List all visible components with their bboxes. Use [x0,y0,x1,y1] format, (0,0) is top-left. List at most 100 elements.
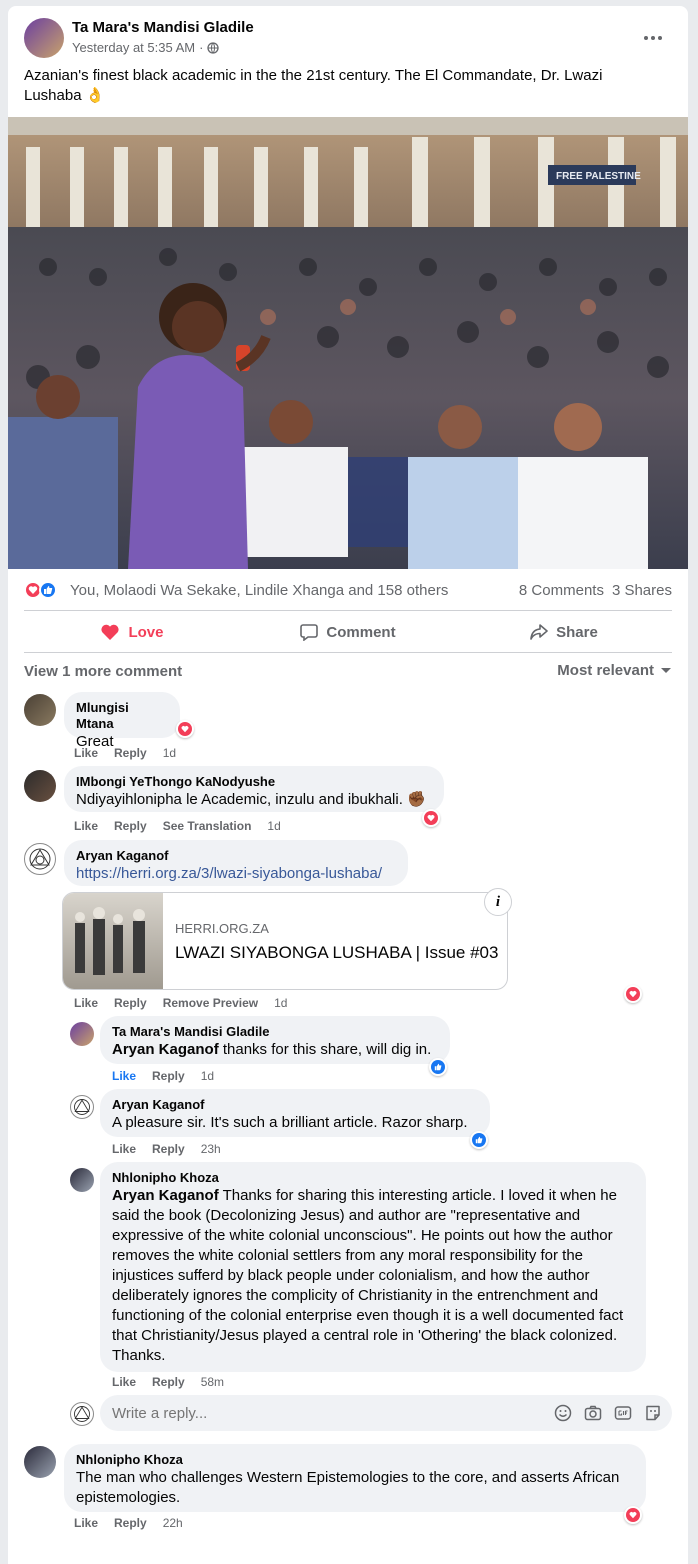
reply-link[interactable]: Reply [114,1516,147,1530]
heart-icon [424,811,438,825]
like-icon [431,1060,445,1074]
comment-author[interactable]: Aryan Kaganof [76,848,396,864]
reply-author[interactable]: Nhlonipho Khoza [112,1170,634,1186]
like-reaction[interactable] [470,1131,488,1149]
comment-time[interactable]: 1d [267,819,280,833]
reply-time[interactable]: 23h [201,1142,221,1156]
reactions-summary[interactable]: You, Molaodi Wa Sekake, Lindile Xhanga a… [70,582,448,599]
heart-icon [178,722,192,736]
reply-link[interactable]: Reply [114,746,147,760]
avatar[interactable] [24,843,56,875]
reply-mention[interactable]: Aryan Kaganof [112,1041,219,1058]
comments-count[interactable]: 8 Comments [519,582,604,599]
like-link[interactable]: Like [74,746,98,760]
comment-author[interactable]: Mlungisi Mtana [76,700,168,732]
reply-author[interactable]: Aryan Kaganof [112,1097,478,1113]
reply-link[interactable]: Reply [114,819,147,833]
view-more-comments[interactable]: View 1 more comment [24,663,182,680]
reply-bubble: Ta Mara's Mandisi Gladile Aryan Kaganof … [100,1016,450,1064]
like-link[interactable]: Like [74,819,98,833]
love-label: Love [128,623,164,641]
reply-input[interactable] [100,1395,672,1431]
reply-link[interactable]: Reply [114,996,147,1010]
reply-link[interactable]: Reply [152,1375,185,1389]
share-label: Share [556,623,598,641]
comment-link[interactable]: https://herri.org.za/3/lwazi-siyabonga-l… [76,864,396,884]
reply-time[interactable]: 1d [201,1069,214,1083]
reply-input-field[interactable] [112,1395,532,1431]
like-reaction[interactable] [429,1058,447,1076]
shares-count[interactable]: 3 Shares [612,582,672,599]
reply-mention[interactable]: Aryan Kaganof [112,1187,219,1204]
comment-author[interactable]: Nhlonipho Khoza [76,1452,634,1468]
info-icon[interactable]: i [484,888,512,916]
comment-button[interactable]: Comment [240,612,456,652]
comment-author[interactable]: IMbongi YeThongo KaNodyushe [76,774,432,790]
reply-link[interactable]: Reply [152,1069,185,1083]
comment-bubble: Mlungisi Mtana Great [64,692,180,750]
crowd-photo-graphic: FREE PALESTINE [8,117,688,569]
like-link[interactable]: Like [112,1069,136,1083]
more-icon[interactable] [644,28,664,48]
author-avatar[interactable] [24,18,64,58]
reply-actions: Like Reply 1d [112,1069,214,1083]
post-card: Ta Mara's Mandisi Gladile Yesterday at 5… [8,6,688,1564]
sticker-icon[interactable] [644,1404,662,1422]
post-photo[interactable]: FREE PALESTINE [8,117,688,569]
reply-text: Aryan Kaganof Thanks for sharing this in… [112,1186,634,1366]
reply-bubble: Nhlonipho Khoza Aryan Kaganof Thanks for… [100,1162,646,1372]
info-label: i [495,893,501,910]
comment-time[interactable]: 1d [163,746,176,760]
reply-input-tools [554,1404,662,1422]
comment-actions: Like Reply 1d [74,746,176,760]
like-link[interactable]: Like [112,1375,136,1389]
avatar[interactable] [70,1168,94,1192]
like-link[interactable]: Like [112,1142,136,1156]
heart-reaction[interactable] [422,809,440,827]
post-time[interactable]: Yesterday at 5:35 AM [72,40,195,55]
remove-preview-link[interactable]: Remove Preview [163,996,258,1010]
comment-time[interactable]: 22h [163,1516,183,1530]
share-button[interactable]: Share [456,612,672,652]
comment-text: Ndiyayihlonipha le Academic, inzulu and … [76,791,426,808]
heart-reaction[interactable] [176,720,194,738]
avatar[interactable] [24,770,56,802]
like-icon [472,1133,486,1147]
like-link[interactable]: Like [74,1516,98,1530]
see-translation-link[interactable]: See Translation [163,819,252,833]
comment-actions: Like Reply See Translation 1d [74,819,281,833]
reply-time[interactable]: 58m [201,1375,224,1389]
like-icon [39,581,57,599]
heart-reaction[interactable] [624,985,642,1003]
share-icon [530,624,548,640]
photo-banner: FREE PALESTINE [556,171,641,182]
sort-dropdown[interactable]: Most relevant [557,662,672,679]
reply-link[interactable]: Reply [152,1142,185,1156]
comment-time[interactable]: 1d [274,996,287,1010]
reply-author[interactable]: Ta Mara's Mandisi Gladile [112,1024,438,1040]
dropdown-icon [661,667,671,673]
comment-icon [300,624,319,641]
avatar[interactable] [24,1446,56,1478]
sort-label: Most relevant [557,662,654,679]
link-preview[interactable]: HERRI.ORG.ZA LWAZI SIYABONGA LUSHABA | I… [62,892,508,990]
reaction-icons[interactable] [24,581,57,599]
post-author[interactable]: Ta Mara's Mandisi Gladile [72,19,254,36]
gif-icon[interactable] [614,1404,632,1422]
comment-label: Comment [326,623,396,641]
heart-reaction[interactable] [624,1506,642,1524]
comment-bubble: Aryan Kaganof https://herri.org.za/3/lwa… [64,840,408,886]
heart-icon [101,624,120,640]
avatar[interactable] [70,1022,94,1046]
avatar[interactable] [70,1095,94,1119]
avatar[interactable] [24,694,56,726]
emoji-icon[interactable] [554,1404,572,1422]
camera-icon[interactable] [584,1404,602,1422]
like-link[interactable]: Like [74,996,98,1010]
post-text: Azanian's finest black academic in the t… [24,67,603,104]
love-button[interactable]: Love [24,612,240,652]
reply-body: thanks for this share, will dig in. [218,1041,432,1058]
divider [24,610,672,611]
comment-bubble: Nhlonipho Khoza The man who challenges W… [64,1444,646,1512]
divider [24,652,672,653]
